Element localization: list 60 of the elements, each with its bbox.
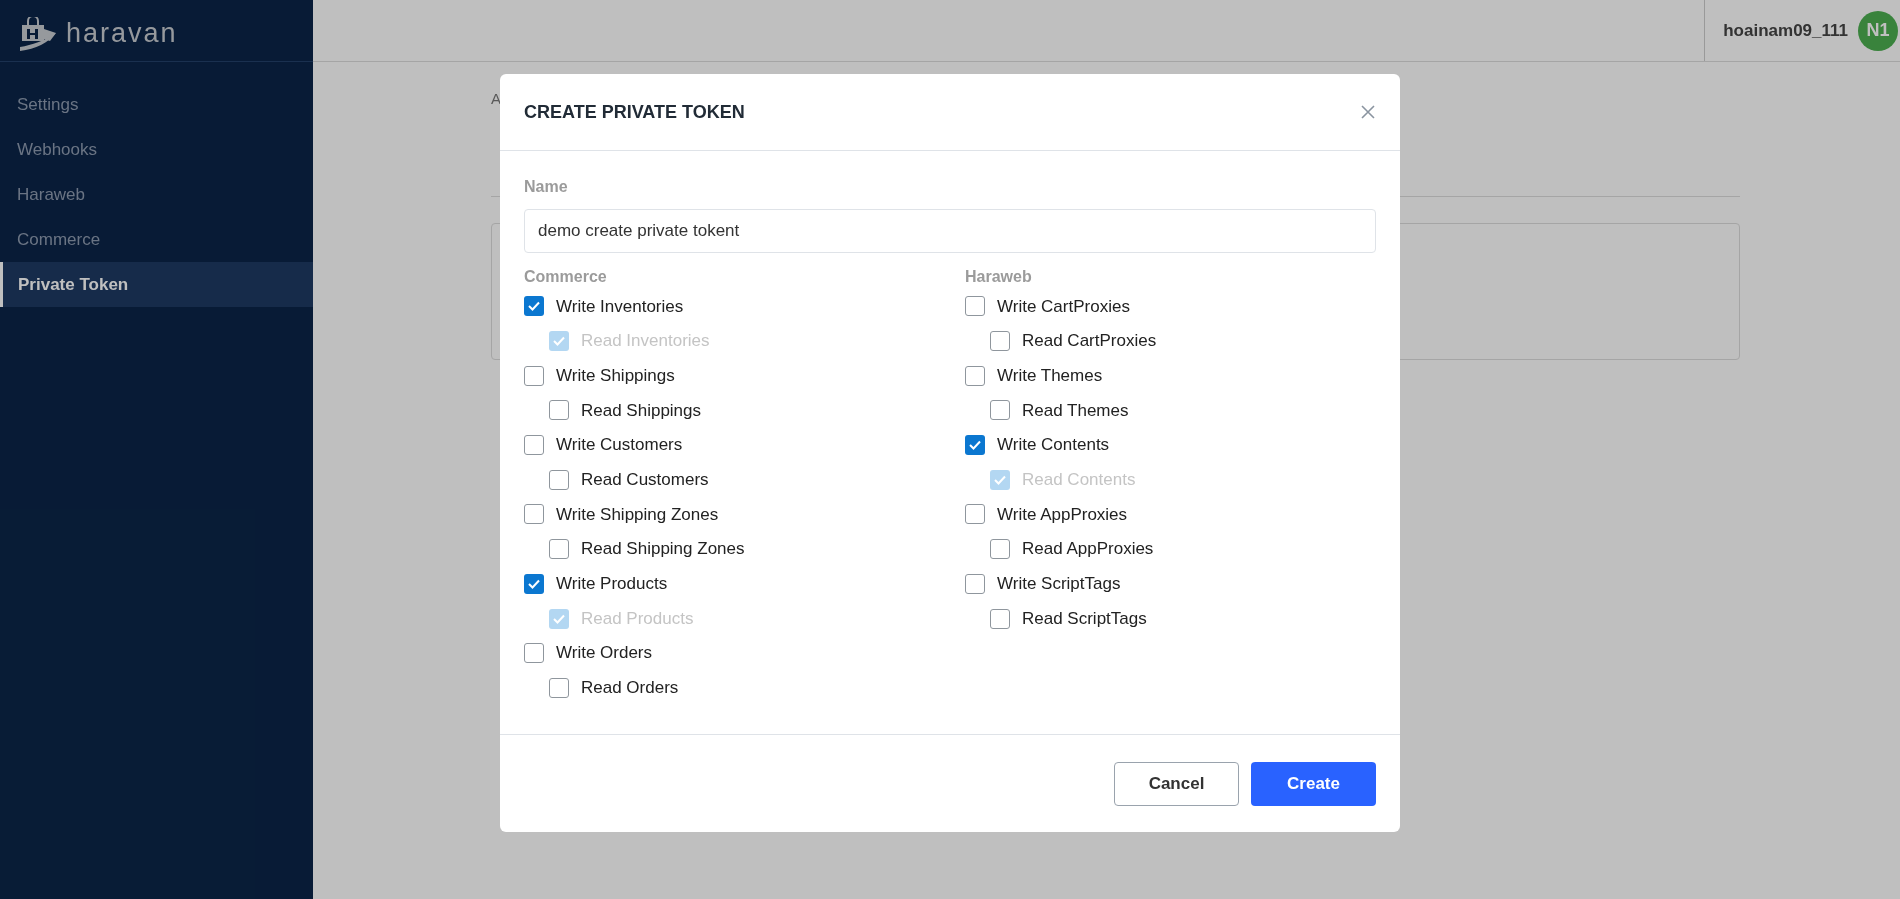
- permission-label[interactable]: Write Contents: [997, 432, 1110, 458]
- checkbox[interactable]: [990, 400, 1010, 421]
- permission-label[interactable]: Read ScriptTags: [1022, 605, 1147, 632]
- field-label: Name: [524, 177, 569, 197]
- permission-label[interactable]: Write Customers: [556, 432, 683, 458]
- create-button[interactable]: Create: [1251, 761, 1376, 806]
- sidebar-item[interactable]: Webhooks: [0, 127, 313, 172]
- permission-label[interactable]: Read AppProxies: [1022, 536, 1154, 562]
- permission-label[interactable]: Write Orders: [556, 640, 653, 666]
- checkbox[interactable]: [990, 539, 1010, 560]
- permission-label[interactable]: Write Shippings: [556, 362, 675, 389]
- sidebar-item[interactable]: Private Token: [0, 262, 313, 307]
- checkbox[interactable]: [965, 504, 985, 525]
- permission-label[interactable]: Write Themes: [997, 362, 1103, 389]
- name-field[interactable]: demo create private tokent: [524, 209, 1376, 253]
- check-icon: [528, 301, 540, 312]
- permission-label[interactable]: Read Themes: [1022, 397, 1129, 424]
- checkbox[interactable]: [524, 643, 544, 664]
- checkbox[interactable]: [990, 608, 1010, 629]
- checkbox[interactable]: [990, 331, 1010, 352]
- checkbox[interactable]: [549, 677, 569, 698]
- check-icon: [994, 474, 1006, 485]
- checkbox[interactable]: [524, 296, 544, 317]
- checkbox[interactable]: [524, 573, 544, 594]
- check-icon: [553, 613, 565, 624]
- permission-label[interactable]: Read Shippings: [581, 397, 702, 424]
- logo-text: haravan: [66, 17, 178, 51]
- checkbox[interactable]: [524, 504, 544, 525]
- permission-label[interactable]: Read Shipping Zones: [581, 536, 745, 562]
- group-heading: Commerce: [524, 267, 608, 287]
- check-icon: [969, 440, 981, 451]
- permission-label[interactable]: Read CartProxies: [1022, 328, 1157, 354]
- checkbox[interactable]: [965, 365, 985, 386]
- permission-label[interactable]: Read Customers: [581, 467, 709, 493]
- checkbox[interactable]: [965, 296, 985, 317]
- checkbox[interactable]: [524, 435, 544, 456]
- check-icon: [553, 336, 565, 347]
- close-icon[interactable]: [1360, 104, 1376, 120]
- check-icon: [528, 578, 540, 589]
- permission-label[interactable]: Write Shipping Zones: [556, 501, 719, 528]
- sidebar-item[interactable]: Haraweb: [0, 172, 313, 217]
- permission-label[interactable]: Write ScriptTags: [997, 571, 1121, 597]
- checkbox[interactable]: [524, 365, 544, 386]
- checkbox[interactable]: [549, 539, 569, 560]
- modal-title: CREATE PRIVATE TOKEN: [524, 100, 745, 124]
- checkbox[interactable]: [549, 400, 569, 421]
- checkbox[interactable]: [549, 469, 569, 490]
- cancel-button[interactable]: Cancel: [1114, 761, 1239, 806]
- checkbox[interactable]: [965, 435, 985, 456]
- checkbox[interactable]: [965, 573, 985, 594]
- permission-label[interactable]: Write CartProxies: [997, 293, 1130, 320]
- permission-label[interactable]: Read Orders: [581, 675, 679, 701]
- breadcrumb: A: [491, 88, 501, 109]
- sidebar-item[interactable]: Commerce: [0, 217, 313, 262]
- permission-label[interactable]: Write Inventories: [556, 293, 684, 320]
- permission-label[interactable]: Write Products: [556, 571, 668, 597]
- permission-label[interactable]: Write AppProxies: [997, 501, 1128, 528]
- username[interactable]: hoainam09_111: [1723, 17, 1848, 44]
- group-heading: Haraweb: [965, 267, 1033, 287]
- sidebar-item[interactable]: Settings: [0, 82, 313, 127]
